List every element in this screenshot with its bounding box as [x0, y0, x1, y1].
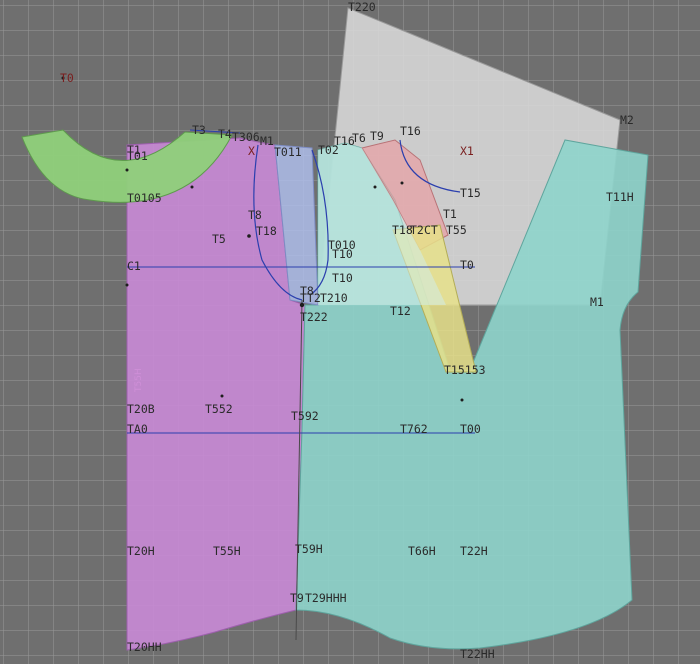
cross-marker-icon [190, 185, 194, 189]
label-t22h: T22H [460, 544, 488, 558]
label-t592: T592 [291, 409, 319, 423]
cross-marker-icon [460, 398, 464, 402]
label-t01: T01 [127, 149, 148, 163]
label-t59h: T59H [295, 542, 323, 556]
label-t18: T18 [256, 224, 277, 238]
label-t210: T210 [320, 291, 348, 305]
label-m2: M2 [620, 113, 634, 127]
label-t29hhh: T29HHH [305, 591, 347, 605]
label-x1: X1 [460, 144, 474, 158]
cross-marker-icon [220, 394, 224, 398]
label-t10b: T10 [332, 271, 353, 285]
label-x: X [248, 144, 255, 158]
label-m1-right: M1 [590, 295, 604, 309]
pattern-canvas[interactable]: T220 T0 M2 T3 T4 T306 X M1 T1 T01 T011 T… [0, 0, 700, 664]
label-t15: T15 [460, 186, 481, 200]
label-t4: T4 [218, 127, 232, 141]
label-t306: T306 [232, 130, 260, 144]
label-t55h: T55H [213, 544, 241, 558]
label-t011: T011 [274, 145, 302, 159]
label-t762: T762 [400, 422, 428, 436]
label-t552: T552 [205, 402, 233, 416]
cross-marker-icon [373, 185, 377, 189]
label-t55: T55 [446, 223, 467, 237]
label-t12: T12 [390, 304, 411, 318]
label-t20hh: T20HH [127, 640, 162, 654]
label-t0105: T0105 [127, 191, 162, 205]
label-t22hh: T22HH [460, 647, 495, 661]
cross-marker-icon [400, 181, 404, 185]
cross-marker-icon [125, 283, 129, 287]
label-t9-bottom: T9 [290, 591, 304, 605]
label-t222: T222 [300, 310, 328, 324]
label-m1-top: M1 [260, 134, 274, 148]
label-t9: T9 [370, 129, 384, 143]
label-t3: T3 [192, 123, 206, 137]
label-t11h: T11H [606, 190, 634, 204]
front-body-piece[interactable] [126, 137, 306, 651]
label-t10a: T10 [332, 247, 353, 261]
label-t6: T6 [352, 131, 366, 145]
label-side-vertical: T55H [134, 368, 144, 393]
label-t220: T220 [348, 0, 376, 14]
label-t20h: T20H [127, 544, 155, 558]
pattern-drawing[interactable]: T220 T0 M2 T3 T4 T306 X M1 T1 T01 T011 T… [0, 0, 700, 664]
cross-marker-icon [247, 234, 251, 238]
label-tt2: TT2 [300, 291, 321, 305]
label-t15153: T15153 [444, 363, 486, 377]
label-t0-top: T0 [60, 71, 74, 85]
label-t2: T2 [410, 223, 424, 237]
label-ta0: TA0 [127, 422, 148, 436]
label-t20b: T20B [127, 402, 155, 416]
label-t5: T5 [212, 232, 226, 246]
label-t16b: T16 [400, 124, 421, 138]
label-t0-mid: T0 [460, 258, 474, 272]
label-t00: T00 [460, 422, 481, 436]
label-t8: T8 [248, 208, 262, 222]
label-t1-mid: T1 [443, 207, 457, 221]
label-ct: CT [424, 223, 438, 237]
cross-marker-icon [125, 168, 129, 172]
label-c1: C1 [127, 259, 141, 273]
label-t66h: T66H [408, 544, 436, 558]
